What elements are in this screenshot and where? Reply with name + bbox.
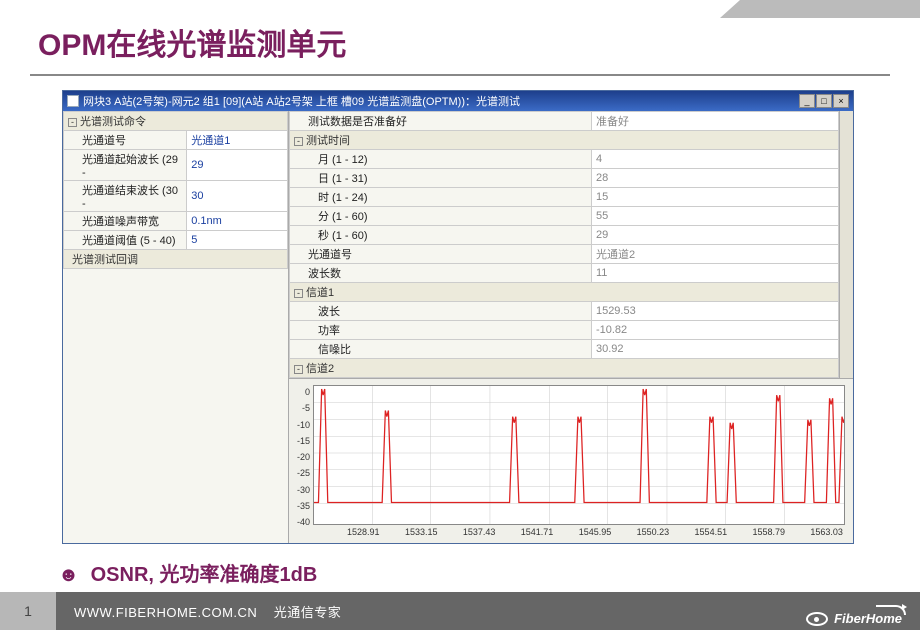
- page-number: 1: [0, 592, 56, 630]
- prop-val[interactable]: 30: [187, 181, 288, 212]
- prop-val: 4: [591, 150, 838, 169]
- prop-val[interactable]: 29: [187, 150, 288, 181]
- left-panel: -光谱测试命令 光通道号光通道1 光通道起始波长 (29 -29 光通道结束波长…: [63, 111, 289, 543]
- prop-val[interactable]: 0.1nm: [187, 212, 288, 231]
- prop-val: 光通道2: [591, 245, 838, 264]
- app-window: 网块3 A站(2号架)-网元2 组1 [09](A站 A站2号架 上框 槽09 …: [62, 90, 854, 544]
- collapse-icon[interactable]: -: [294, 289, 303, 298]
- logo-eye-icon: [806, 612, 828, 626]
- spectrum-plot[interactable]: [313, 385, 845, 525]
- collapse-icon[interactable]: -: [294, 137, 303, 146]
- y-axis: 0 -5 -10 -15 -20 -25 -30 -35 -40: [297, 385, 313, 537]
- prop-key: 时 (1 - 24): [290, 188, 592, 207]
- title-bar[interactable]: 网块3 A站(2号架)-网元2 组1 [09](A站 A站2号架 上框 槽09 …: [63, 91, 853, 111]
- prop-val: 1529.53: [591, 302, 838, 321]
- fiberhome-logo: FiberHome: [806, 611, 902, 626]
- minimize-button[interactable]: _: [799, 94, 815, 108]
- bullet-osnr: OSNR,: [91, 564, 160, 586]
- right-panel: 测试数据是否准备好准备好 -测试时间 月 (1 - 12)4 日 (1 - 31…: [289, 111, 853, 543]
- prop-val[interactable]: 光通道1: [187, 131, 288, 150]
- title-underline: [30, 74, 890, 76]
- section-header: 信道2: [306, 363, 334, 375]
- spectrum-svg: [314, 386, 844, 524]
- chart-area: 0 -5 -10 -15 -20 -25 -30 -35 -40: [289, 378, 853, 543]
- prop-val: 29: [591, 226, 838, 245]
- prop-val: 28: [591, 169, 838, 188]
- collapse-icon[interactable]: -: [294, 365, 303, 374]
- prop-key: 日 (1 - 31): [290, 169, 592, 188]
- footer-slogan: 光通信专家: [274, 605, 342, 620]
- prop-val: 15: [591, 188, 838, 207]
- prop-key: 月 (1 - 12): [290, 150, 592, 169]
- collapse-icon[interactable]: -: [68, 118, 77, 127]
- prop-key: 分 (1 - 60): [290, 207, 592, 226]
- left-footer-row[interactable]: 光谱测试回调: [64, 250, 288, 269]
- scrollbar[interactable]: [839, 111, 853, 378]
- prop-key: 波长数: [290, 264, 592, 283]
- footer-url: WWW.FIBERHOME.COM.CN: [74, 605, 257, 620]
- window-title: 网块3 A站(2号架)-网元2 组1 [09](A站 A站2号架 上框 槽09 …: [83, 93, 520, 109]
- prop-key: 测试数据是否准备好: [290, 112, 592, 131]
- prop-key: 光通道号: [290, 245, 592, 264]
- window-icon: [67, 95, 79, 107]
- section-header: 测试时间: [306, 135, 350, 147]
- prop-val[interactable]: 5: [187, 231, 288, 250]
- prop-val: 11: [591, 264, 838, 283]
- prop-val: 准备好: [591, 112, 838, 131]
- prop-key: 光通道结束波长 (30 -: [64, 181, 187, 212]
- prop-key: 波长: [290, 302, 592, 321]
- prop-key: 光通道噪声带宽: [64, 212, 187, 231]
- prop-key: 光通道号: [64, 131, 187, 150]
- left-panel-header: 光谱测试命令: [80, 116, 146, 128]
- top-accent: [720, 0, 920, 18]
- bullet-icon: ☻: [58, 564, 79, 586]
- prop-key: 信噪比: [290, 340, 592, 359]
- footer: 1 WWW.FIBERHOME.COM.CN 光通信专家 FiberHome: [0, 592, 920, 630]
- close-button[interactable]: ×: [833, 94, 849, 108]
- x-axis: 1528.911533.15 1537.431541.71 1545.95155…: [313, 525, 845, 537]
- bullet-text: 光功率准确度1dB: [160, 564, 318, 586]
- section-header: 信道1: [306, 287, 334, 299]
- bullet-line: ☻ OSNR, 光功率准确度1dB: [0, 544, 920, 587]
- maximize-button[interactable]: □: [816, 94, 832, 108]
- prop-key: 秒 (1 - 60): [290, 226, 592, 245]
- prop-val: 30.92: [591, 340, 838, 359]
- prop-key: 光通道起始波长 (29 -: [64, 150, 187, 181]
- prop-val: 55: [591, 207, 838, 226]
- prop-key: 光通道阈值 (5 - 40): [64, 231, 187, 250]
- prop-val: -10.82: [591, 321, 838, 340]
- prop-key: 功率: [290, 321, 592, 340]
